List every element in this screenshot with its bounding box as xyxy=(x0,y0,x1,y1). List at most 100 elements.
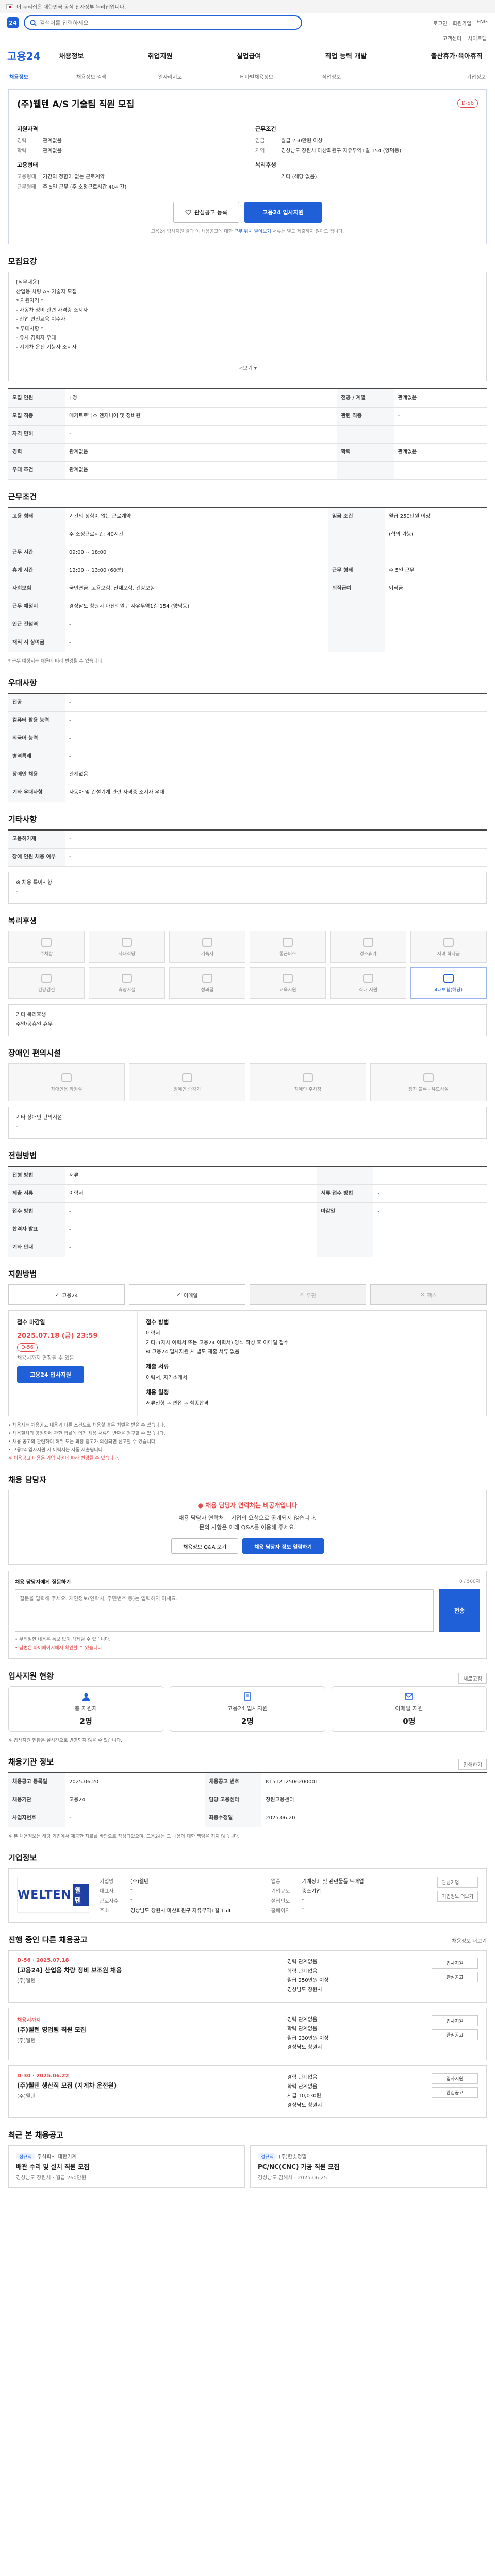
gnb-item-training[interactable]: 직업 능력 개발 xyxy=(325,50,367,60)
welfare-item: 사내식당 xyxy=(89,931,165,963)
login-link[interactable]: 로그인 xyxy=(433,19,448,27)
company-more-button[interactable]: 기업정보 더보기 xyxy=(437,1891,478,1902)
apply-method-button[interactable]: ✕ 팩스 xyxy=(370,1284,487,1305)
gov-banner-text: 이 누리집은 대한민국 공식 전자정부 누리집입니다. xyxy=(16,5,126,10)
utility-links: 고객센터 사이트맵 xyxy=(0,32,495,44)
customer-center-link[interactable]: 고객센터 xyxy=(442,34,461,42)
qualification-column: 지원자격 경력 관계없음 학력 관계없음 고용형태 고용형태 기간의 정함이 없는 근… xyxy=(17,121,240,193)
company-info-row: 홈페이지 - xyxy=(271,1906,427,1914)
cell-value xyxy=(385,634,487,652)
print-button[interactable]: 인쇄하기 xyxy=(458,1759,487,1770)
job-save-button[interactable]: 관심공고 xyxy=(432,2029,478,2040)
desc-line: - 산업 안전교육 이수자 xyxy=(16,317,65,323)
job-save-button[interactable]: 관심공고 xyxy=(432,1972,478,1982)
sitemap-link[interactable]: 사이트맵 xyxy=(468,34,487,42)
stat-label: 고용24 입사지원 xyxy=(227,1705,268,1712)
desc-more-button[interactable]: 더보기 ▾ xyxy=(16,360,479,375)
qa-send-button[interactable]: 전송 xyxy=(439,1589,480,1632)
subnav-item-search[interactable]: 채용정보 검색 xyxy=(76,73,158,80)
job-card[interactable]: 채용시까지 (주)웰텐 영업팀 직원 모집 (주)웰텐 경력 관계없음 학력 관계없음 월… xyxy=(8,2008,487,2060)
job-title-link[interactable]: (주)웰텐 생산직 모집 (지게차 운전원) xyxy=(17,2081,277,2090)
cell-label: 기타 우대사항 xyxy=(8,784,65,802)
qa-view-button[interactable]: 채용정보 Q&A 보기 xyxy=(171,1538,239,1554)
recent-job-card[interactable]: 정규직 주식회사 대한기계 배관 수리 및 설치 직원 모집 경상남도 창원시 · 월… xyxy=(8,2145,245,2188)
kv-value: 기간의 정함이 없는 근로계약 xyxy=(43,174,105,180)
table-row: 경력 관계없음 학력 관계없음 xyxy=(8,443,487,462)
etc-table: 고용허가제 - 장애 인원 채용 여부 - xyxy=(8,829,487,867)
table-row: 사회보험 국민연금, 고용보험, 산재보험, 건강보험 퇴직급여 퇴직금 xyxy=(8,580,487,598)
recent-job-title[interactable]: 배관 수리 및 설치 직원 모집 xyxy=(16,2162,237,2171)
manager-section: 채용 담당자 ● 채용 담당자 연락처는 비공개입니다 채용 담당자 연락처는 … xyxy=(8,1474,487,1659)
company-info-value: (주)웰텐 xyxy=(130,1879,149,1885)
job-apply-button[interactable]: 입사지원 xyxy=(432,2015,478,2026)
apply-method-line: 이력서 xyxy=(146,1331,160,1336)
apply-method-line: ※ 고용24 입사지원 시 별도 제출 서류 없음 xyxy=(146,1349,240,1355)
job-title-link[interactable]: (주)웰텐 영업팀 직원 모집 xyxy=(17,2025,277,2034)
gnb-item-unemployment-benefit[interactable]: 실업급여 xyxy=(237,50,261,60)
table-row: 기타 우대사항 자동차 및 건설기계 관련 자격증 소지자 우대 xyxy=(8,784,487,802)
job-header: (주)웰텐 A/S 기술팀 직원 모집 D-56 지원자격 경력 관계없음 학력 관… xyxy=(8,89,487,244)
brand-logo[interactable]: 고용24 xyxy=(7,48,41,63)
job-meta-line: 경력 관계없음 xyxy=(287,2075,318,2080)
welfare-icon xyxy=(122,973,132,983)
manager-info-button[interactable]: 채용 담당자 정보 열람하기 xyxy=(242,1538,324,1554)
welfare-heading: 복리후생 xyxy=(255,162,276,168)
apply-method-button[interactable]: ✓ 이메일 xyxy=(129,1284,245,1305)
subnav-item-map[interactable]: 일자리지도 xyxy=(158,73,240,80)
job-title-link[interactable]: [고용24] 산업용 차량 정비 보조원 채용 xyxy=(17,1965,277,1974)
recent-job-title[interactable]: PC/NC(CNC) 가공 직원 모집 xyxy=(258,2162,479,2171)
gnb-item-employment-support[interactable]: 취업지원 xyxy=(148,50,173,60)
table-row: 병역특례 - xyxy=(8,748,487,766)
signup-link[interactable]: 회원가입 xyxy=(453,19,472,27)
subnav-item-jobinfo[interactable]: 직업정보 xyxy=(322,73,404,80)
gnb-item-parental-leave[interactable]: 출산휴가·육아휴직 xyxy=(431,50,483,60)
welfare-item: 자녀 학자금 xyxy=(410,931,487,963)
job-save-button[interactable]: 관심공고 xyxy=(432,2087,478,2098)
job-card[interactable]: D-56 · 2025.07.18 [고용24] 산업용 차량 정비 보조원 채용… xyxy=(8,1950,487,2003)
qa-note-warning: • 답변은 마이페이지에서 확인할 수 있습니다. xyxy=(15,1646,104,1651)
recruit-section: 모집요강 [직무내용] 산업용 차량 AS 기술자 모집 * 지원자격 * - … xyxy=(8,256,487,480)
gnb-item-jobs[interactable]: 채용정보 xyxy=(59,50,84,60)
table-row: 장애인 채용 관계없음 xyxy=(8,766,487,784)
job-meta-line: 경력 관계없음 xyxy=(287,1959,318,1965)
search-input[interactable] xyxy=(40,19,296,26)
job-card[interactable]: D-30 · 2025.06.22 (주)웰텐 생산직 모집 (지게차 운전원) (… xyxy=(8,2065,487,2118)
table-row: 고용허가제 - xyxy=(8,830,487,849)
apply-method-button[interactable]: ✕ 우편 xyxy=(250,1284,366,1305)
subnav-item-theme[interactable]: 테마별채용정보 xyxy=(240,73,322,80)
cell-value: 퇴직금 xyxy=(385,580,487,598)
welfare-icon xyxy=(122,937,132,947)
cell-label: 전형 방법 xyxy=(8,1166,65,1185)
apply-section: 지원방법 ✓ 고용24 ✓ 이메일 ✕ 우편 ✕ 팩스 접수 마감일 2025.07.18 (… xyxy=(8,1268,487,1463)
apply-notes: • 채용자는 채용공고 내용과 다른 조건으로 채용할 경우 처벌을 받을 수 … xyxy=(8,1421,487,1463)
apply-button[interactable]: 고용24 입사지원 xyxy=(244,202,322,223)
job-meta-line: 월급 250만원 이상 xyxy=(287,1978,329,1984)
desc-line: 산업용 차량 AS 기술자 모집 xyxy=(16,289,77,295)
qa-note: • 부적절한 내용은 통보 없이 삭제될 수 있습니다. xyxy=(15,1637,111,1642)
eng-link[interactable]: ENG xyxy=(476,19,488,27)
deadline-note: 채용시까지 연장될 수 있음 xyxy=(17,1355,74,1361)
subnav-item-current[interactable]: 채용정보 xyxy=(9,73,76,80)
job-apply-button[interactable]: 입사지원 xyxy=(432,1958,478,1969)
favorite-company-button[interactable]: 관심기업 xyxy=(437,1877,478,1888)
apply-notice: 고용24 입사지원 결과 이 채용공고에 대한 근무 위치 알아보기 서류는 별… xyxy=(17,228,478,236)
deadline-apply-button[interactable]: 고용24 입사지원 xyxy=(17,1366,84,1383)
desc-line: - 자동차 정비 관련 자격증 소지자 xyxy=(16,308,88,313)
cell-label: 서류 접수 방법 xyxy=(317,1184,374,1203)
save-job-label: 관심공고 등록 xyxy=(194,209,228,216)
subnav-item-company[interactable]: 기업정보 xyxy=(404,73,486,80)
qa-heading: 채용 담당자에게 질문하기 xyxy=(15,1580,71,1585)
save-job-button[interactable]: 관심공고 등록 xyxy=(173,202,240,223)
job-apply-button[interactable]: 입사지원 xyxy=(432,2073,478,2084)
agency-note: ※ 본 채용정보는 해당 기업에서 제공한 자료를 바탕으로 작성되었으며, 고… xyxy=(8,1834,240,1839)
table-row: 접수 방법 - 마감일 - xyxy=(8,1202,487,1221)
table-row: 인근 전철역 - xyxy=(8,616,487,634)
site-logo-icon[interactable]: 24 xyxy=(7,17,19,28)
refresh-button[interactable]: 새로고침 xyxy=(458,1673,487,1684)
qa-textarea[interactable] xyxy=(15,1589,434,1632)
apply-title: 지원방법 xyxy=(8,1269,37,1279)
apply-method-button[interactable]: ✓ 고용24 xyxy=(8,1284,125,1305)
recent-job-card[interactable]: 정규직 (주)한빛정밀 PC/NC(CNC) 가공 직원 모집 경상남도 김해시 · … xyxy=(250,2145,487,2188)
notice-link[interactable]: 근무 위치 알아보기 xyxy=(234,229,271,234)
other-jobs-more-link[interactable]: 채용정보 더보기 xyxy=(452,1937,487,1944)
